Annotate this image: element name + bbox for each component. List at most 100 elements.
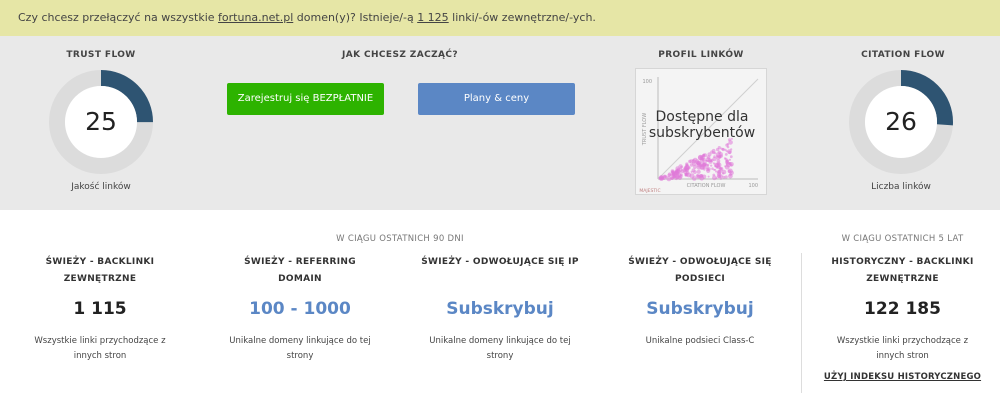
scatter-point (717, 170, 722, 175)
scatter-point (680, 165, 683, 169)
scatter-point (724, 153, 728, 156)
stat-value: 100 - 1000 (249, 299, 351, 319)
stat-title: ŚWIEŻY - ODWOŁUJĄCE SIĘ IP (405, 254, 595, 271)
citation-flow-value: 26 (885, 107, 917, 136)
scatter-point (715, 170, 718, 173)
link-profile-preview[interactable]: 100 100 CITATION FLOW TRUST FLOW MAJESTI… (635, 68, 767, 195)
stat-title: ŚWIEŻY - BACKLINKI ZEWNĘTRZNE (20, 254, 180, 288)
scatter-point (679, 173, 683, 177)
scatter-point (728, 158, 731, 161)
citation-flow-title: CITATION FLOW (861, 50, 945, 60)
overlay-line-2: subskrybentów (648, 125, 756, 141)
scatter-point (710, 164, 713, 167)
scatter-point (724, 148, 727, 152)
scatter-point (707, 175, 710, 178)
stat-title: HISTORYCZNY - BACKLINKI ZEWNĘTRZNE (815, 254, 990, 288)
plans-pricing-button[interactable]: Plany & ceny (418, 83, 575, 115)
banner-text-before: Czy chcesz przełączyć na wszystkie (18, 11, 219, 24)
scatter-point (711, 167, 714, 170)
scatter-point (669, 173, 673, 176)
scatter-point (672, 175, 676, 178)
stat-title-line-1: ŚWIEŻY - REFERRING (244, 257, 356, 267)
stat-description: Unikalne domeny linkujące do tej strony (220, 334, 380, 364)
scatter-point (723, 157, 727, 160)
subscribers-only-overlay: Dostępne dla subskrybentów (636, 109, 768, 141)
stat-value: 1 115 (73, 299, 127, 319)
scatter-point (695, 161, 700, 165)
scatter-point (658, 175, 664, 181)
historic-section-label: W CIĄGU OSTATNICH 5 LAT (841, 234, 964, 244)
link-profile-title: PROFIL LINKÓW (658, 50, 744, 60)
citation-flow-gauge: 26 (849, 70, 953, 174)
citation-flow-caption: Liczba linków (871, 182, 931, 192)
stat-title-line-2: ZEWNĘTRZNE (63, 274, 137, 284)
scatter-point (696, 169, 701, 174)
stat-desc-line-2: innych stron (73, 351, 127, 361)
backlink-count-link[interactable]: 1 125 (417, 11, 449, 24)
scatter-point (692, 164, 698, 169)
scatter-point (688, 159, 692, 164)
register-free-button[interactable]: Zarejestruj się BEZPŁATNIE (227, 83, 384, 115)
scatter-point (722, 175, 726, 179)
trust-flow-caption: Jakość linków (71, 182, 131, 192)
x-axis-label: CITATION FLOW (687, 183, 726, 189)
stat-title-line-1: HISTORYCZNY - BACKLINKI (831, 257, 974, 267)
scatter-point (714, 165, 717, 168)
trust-flow-gauge: 25 (49, 70, 153, 174)
stat-title-line-1: ŚWIEŻY - ODWOŁUJĄCE SIĘ IP (421, 257, 579, 267)
section-divider (801, 253, 802, 393)
scatter-point (719, 177, 723, 180)
stat-description: Wszystkie linki przychodzące z innych st… (815, 334, 990, 364)
scatter-point (716, 173, 722, 179)
stat-title-line-2: DOMAIN (278, 274, 322, 284)
scatter-point (729, 173, 732, 177)
scatter-point (689, 173, 695, 179)
majestic-logo: MAJESTIC (639, 188, 660, 194)
stat-title-line-1: ŚWIEŻY - ODWOŁUJĄCE SIĘ (628, 257, 772, 267)
scatter-point (685, 164, 688, 167)
banner-text-after: linki/-ów zewnętrzne/-ych. (448, 11, 596, 24)
stat-desc-line-1: Unikalne domeny linkujące do tej (429, 336, 571, 346)
scatter-point (700, 174, 703, 177)
scatter-point (712, 156, 717, 162)
stat-desc-line-1: Wszystkie linki przychodzące z (34, 336, 166, 346)
scatter-point (718, 155, 722, 159)
stat-desc-line-1: Wszystkie linki przychodzące z (836, 336, 969, 346)
scatter-point (702, 154, 705, 157)
x-tick-max: 100 (748, 183, 758, 189)
scatter-point (726, 145, 730, 149)
scatter-point (713, 151, 717, 155)
scatter-point (715, 177, 718, 180)
scatter-point (727, 168, 733, 174)
stat-desc-line-1: Unikalne podsieci Class-C (645, 336, 755, 346)
scatter-point (695, 174, 700, 179)
stat-description: Unikalne podsieci Class-C (620, 334, 780, 349)
use-historic-index-link[interactable]: UŻYJ INDEKSU HISTORYCZNEGO (815, 372, 990, 382)
stat-value: 122 185 (864, 299, 941, 319)
stat-title-line-2: PODSIECI (674, 274, 726, 284)
scatter-point (705, 157, 711, 162)
domain-switch-banner: Czy chcesz przełączyć na wszystkie fortu… (0, 0, 1000, 36)
scatter-point (693, 170, 697, 174)
scatter-point (675, 174, 680, 180)
scatter-points (658, 137, 734, 182)
banner-text-middle: domen(y)? Istnieje/-ą (293, 11, 418, 24)
scatter-point (707, 167, 711, 171)
stat-description: Wszystkie linki przychodzące z innych st… (20, 334, 180, 364)
y-tick-max: 100 (642, 79, 652, 85)
scatter-point (730, 148, 733, 151)
scatter-point (702, 161, 708, 167)
trust-flow-title: TRUST FLOW (66, 50, 136, 60)
stat-desc-line-2: innych stron (876, 351, 929, 361)
scatter-point (721, 169, 727, 175)
subscribe-link-subnets[interactable]: Subskrybuj (620, 299, 780, 319)
scatter-point (689, 163, 694, 167)
domain-link[interactable]: fortuna.net.pl (218, 11, 293, 24)
stat-desc-line-2: strony (286, 351, 314, 361)
stat-description: Unikalne domeny linkujące do tej strony (420, 334, 580, 364)
stat-title-line-2: ZEWNĘTRZNE (866, 274, 939, 284)
trust-flow-value: 25 (85, 107, 117, 136)
subscribe-link-ips[interactable]: Subskrybuj (420, 299, 580, 319)
recent-section-label: W CIĄGU OSTATNICH 90 DNI (336, 234, 464, 244)
scatter-point (678, 168, 683, 172)
